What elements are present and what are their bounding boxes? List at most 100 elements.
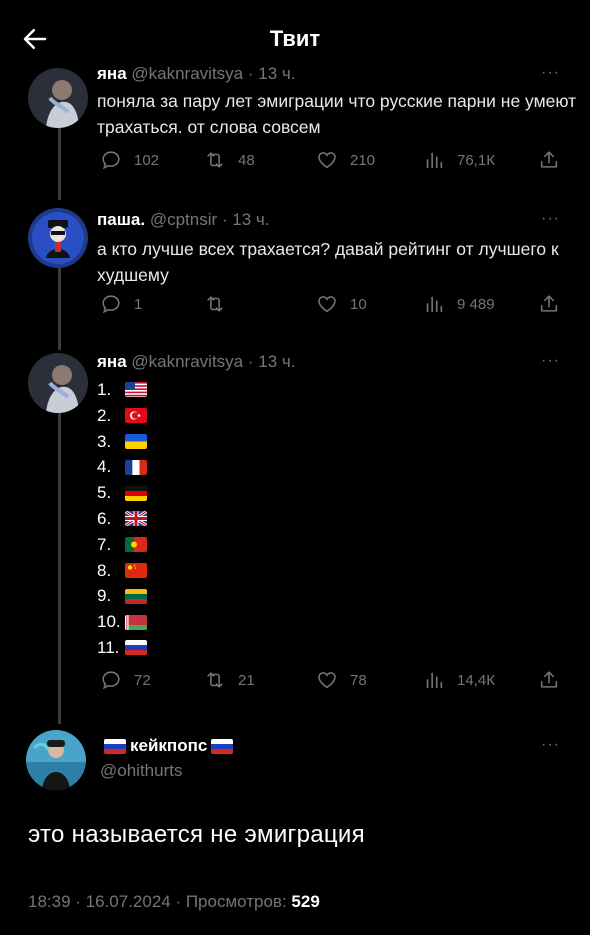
retweet-icon (207, 296, 223, 312)
more-icon[interactable]: ··· (541, 352, 560, 370)
share-icon (540, 151, 558, 168)
author-handle[interactable]: @kaknravitsya (131, 352, 243, 371)
like-button[interactable]: 78 (316, 668, 367, 692)
ranking-number: 1. (97, 380, 112, 399)
uk-flag-icon (125, 511, 147, 527)
reply-icon (102, 671, 120, 690)
more-icon[interactable]: ··· (541, 210, 560, 228)
ranking-item: 4. (97, 454, 147, 480)
belarus-flag-icon (125, 614, 147, 630)
more-icon[interactable]: ··· (541, 736, 560, 754)
ranking-number: 10. (97, 612, 121, 632)
share-icon (540, 295, 558, 312)
china-flag-icon (125, 562, 147, 578)
reply-icon (102, 295, 120, 314)
germany-flag-icon (125, 485, 147, 501)
author-name[interactable]: кейкпопс (100, 736, 237, 756)
tweet-meta: 18:39 · 16.07.2024 · Просмотров: 529 (28, 892, 320, 912)
reply-count: 72 (134, 671, 151, 689)
usa-flag-icon (125, 382, 147, 398)
tweet-text: а кто лучше всех трахается? давай рейтин… (97, 239, 559, 285)
reply-button[interactable]: 1 (100, 292, 142, 316)
portugal-flag-icon (125, 537, 147, 553)
views-count: 9 489 (457, 295, 495, 313)
share-button[interactable] (538, 148, 572, 172)
views-button[interactable]: 14,4К (423, 668, 495, 692)
thread-tweet[interactable]: паша. @cptnsir · 13 ч. ··· а кто лучше в… (0, 200, 590, 350)
thread-tweet[interactable]: яна @kaknravitsya · 13 ч. ··· 1. 2. 3. 4. 5.… (0, 345, 590, 705)
avatar[interactable] (26, 730, 86, 790)
retweet-button[interactable]: 21 (204, 668, 255, 692)
ranking-item: 3. (97, 429, 147, 455)
russia-flag-icon (104, 738, 126, 754)
retweet-button[interactable]: 48 (204, 148, 255, 172)
views-icon (426, 672, 443, 689)
timestamp-and-views-label: 18:39 · 16.07.2024 · Просмотров: (28, 892, 287, 911)
reply-icon (102, 151, 120, 170)
views-count: 14,4К (457, 671, 495, 689)
russia-flag-icon (211, 738, 234, 754)
views-count: 76,1К (457, 151, 495, 169)
like-count: 10 (350, 295, 367, 313)
reply-button[interactable]: 102 (100, 148, 159, 172)
turkey-flag-icon (125, 408, 147, 424)
timestamp: · 13 ч. (247, 64, 296, 83)
ranking-item: 11. (97, 635, 147, 661)
reply-count: 1 (134, 295, 143, 313)
action-bar: 102 48 210 76,1К (97, 148, 567, 172)
ranking-item: 9. (97, 583, 147, 609)
heart-icon (318, 672, 336, 689)
retweet-button[interactable] (204, 292, 238, 316)
like-button[interactable]: 10 (316, 292, 367, 316)
page-title: Твит (269, 26, 321, 51)
avatar[interactable] (28, 68, 88, 128)
ranking-number: 5. (97, 483, 112, 503)
ukraine-flag-icon (125, 433, 147, 449)
thread-tweet[interactable]: яна @kaknravitsya · 13 ч. ··· поняла за … (0, 60, 590, 200)
heart-icon (318, 152, 336, 169)
avatar[interactable] (28, 353, 88, 413)
retweet-count: 48 (238, 151, 255, 169)
author-name[interactable]: яна (97, 352, 127, 371)
share-button[interactable] (538, 668, 572, 692)
like-count: 78 (350, 671, 367, 689)
ranking-item: 10. (97, 609, 147, 635)
ranking-item: 5. (97, 480, 147, 506)
timestamp: · 13 ч. (221, 210, 270, 229)
action-bar: 1 10 9 489 (97, 292, 567, 316)
tweet-text: это называется не эмиграция (28, 821, 365, 848)
ranking-item: 7. (97, 532, 147, 558)
views-icon (426, 296, 443, 313)
ranking-number: 9. (97, 586, 112, 606)
author-handle[interactable]: @cptnsir (150, 210, 217, 229)
ranking-number: 11. (97, 637, 120, 657)
share-button[interactable] (538, 292, 572, 316)
tweet-text: поняла за пару лет эмиграции что русские… (97, 91, 577, 137)
ranking-number: 2. (97, 405, 112, 425)
like-button[interactable]: 210 (316, 148, 375, 172)
reply-button[interactable]: 72 (100, 668, 151, 692)
lithuania-flag-icon (125, 588, 147, 604)
author-name[interactable]: яна (97, 64, 127, 83)
views-button[interactable]: 9 489 (423, 292, 495, 316)
russia-flag-icon (125, 640, 147, 656)
retweet-icon (207, 152, 223, 168)
timestamp: · 13 ч. (247, 352, 296, 371)
heart-icon (318, 296, 336, 313)
share-icon (540, 671, 558, 688)
ranking-item: 8. (97, 558, 147, 584)
views-button[interactable]: 76,1К (423, 148, 495, 172)
more-icon[interactable]: ··· (541, 64, 560, 82)
views-count: 529 (291, 892, 320, 911)
views-icon (426, 152, 443, 169)
ranking-number: 7. (97, 534, 112, 554)
author-name[interactable]: паша. (97, 210, 145, 229)
ranking-number: 4. (97, 457, 112, 477)
author-handle[interactable]: @kaknravitsya (131, 64, 243, 83)
author-handle[interactable]: @ohithurts (100, 761, 182, 781)
avatar[interactable] (28, 208, 88, 268)
ranking-number: 6. (97, 508, 112, 528)
ranking-item: 1. (97, 377, 147, 403)
ranking-number: 3. (97, 431, 112, 451)
ranking-number: 8. (97, 560, 112, 580)
